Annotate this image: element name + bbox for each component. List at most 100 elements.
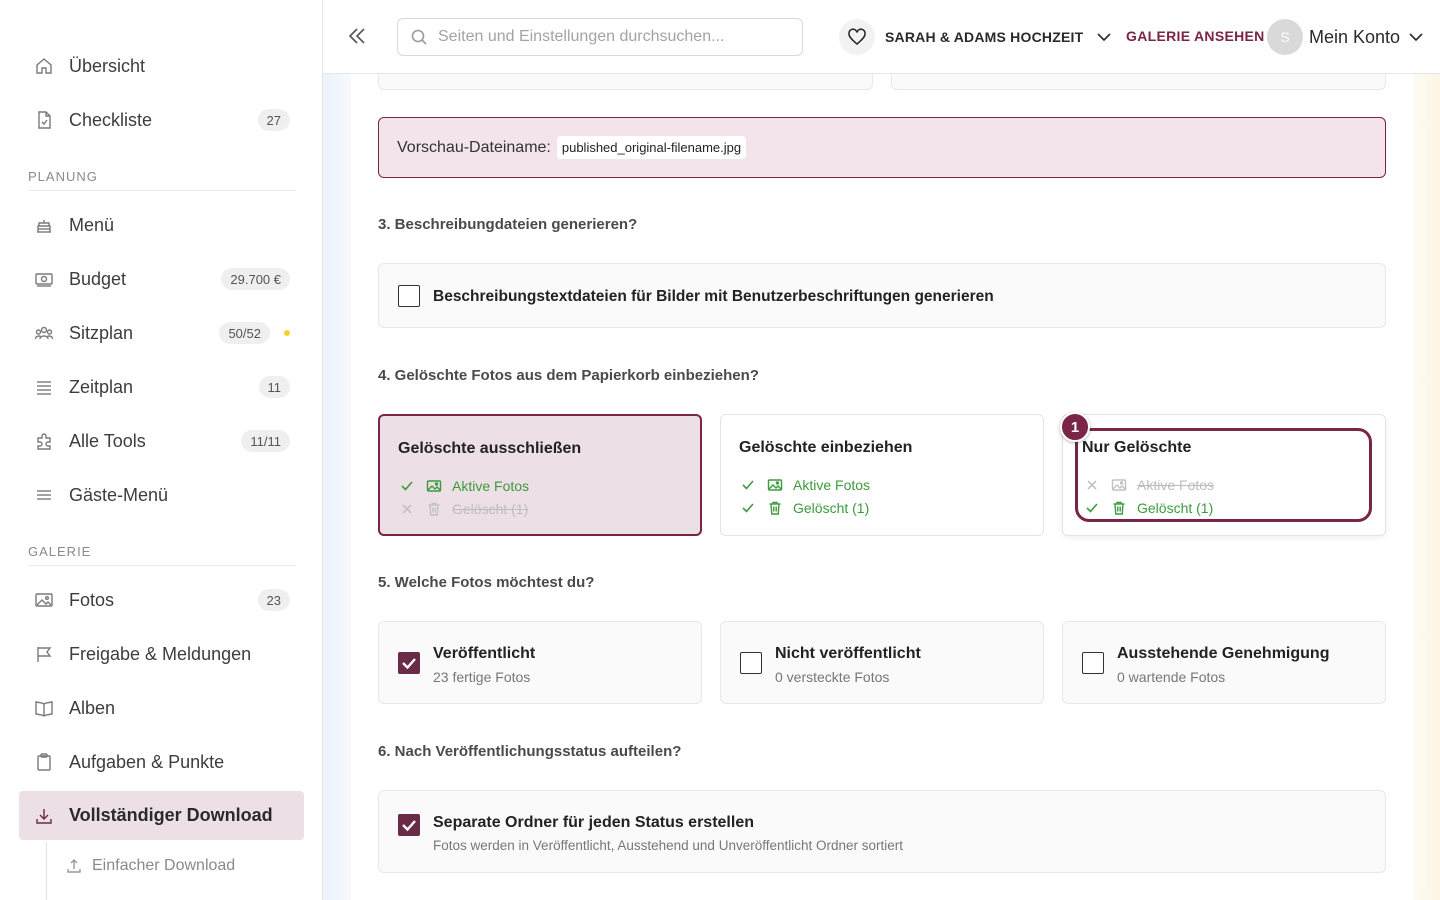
option-title: Nicht veröffentlicht xyxy=(775,645,921,662)
chevron-down-icon xyxy=(1095,28,1113,46)
seating-badge: 50/52 xyxy=(219,322,270,344)
sidebar-item-label: Freigabe & Meldungen xyxy=(69,643,252,664)
cross-icon xyxy=(400,502,414,516)
preview-filename-box: Vorschau-Dateiname: published_original-f… xyxy=(378,117,1386,178)
event-selector[interactable]: SARAH & ADAMS HOCHZEIT xyxy=(839,18,1113,56)
option-separate-folders[interactable]: Separate Ordner für jeden Status erstell… xyxy=(378,790,1386,873)
description-files-checkbox[interactable] xyxy=(398,285,420,307)
option-subtitle: Fotos werden in Veröffentlicht, Ausstehe… xyxy=(433,838,904,853)
chevron-down-icon xyxy=(1408,29,1424,45)
question-3-title: 3. Beschreibungdateien generieren? xyxy=(378,216,638,233)
check-icon xyxy=(400,479,414,493)
sidebar-item-zeitplan[interactable]: Zeitplan 11 xyxy=(19,363,304,411)
sidebar-item-sitzplan[interactable]: Sitzplan 50/52 xyxy=(19,309,304,357)
clipboard-icon xyxy=(33,751,55,773)
sidebar-item-label: Gäste-Menü xyxy=(69,484,169,505)
sidebar-item-aufgaben[interactable]: Aufgaben & Punkte xyxy=(19,738,304,786)
checklist-document-icon xyxy=(33,109,55,131)
option-title: Gelöschte ausschließen xyxy=(398,440,582,457)
divider xyxy=(28,565,296,566)
trash-icon xyxy=(426,501,442,517)
separate-folders-checkbox[interactable] xyxy=(398,814,420,836)
sidebar: Übersicht Checkliste 27 PLANUNG Menü Bud… xyxy=(0,0,323,900)
account-menu[interactable]: S Mein Konto xyxy=(1267,18,1424,56)
upload-icon xyxy=(67,859,81,873)
option-subtitle: 0 wartende Fotos xyxy=(1117,669,1226,685)
row-label: Gelöscht (1) xyxy=(452,501,529,517)
sidebar-item-label: Fotos xyxy=(69,589,115,610)
sidebar-item-label: Alben xyxy=(69,697,116,718)
sidebar-item-checkliste[interactable]: Checkliste 27 xyxy=(19,96,304,144)
sidebar-item-alben[interactable]: Alben xyxy=(19,684,304,732)
trash-icon xyxy=(767,500,783,516)
row-label: Gelöscht (1) xyxy=(793,500,870,516)
sidebar-item-fotos[interactable]: Fotos 23 xyxy=(19,576,304,624)
sidebar-item-vollstaendiger-download[interactable]: Vollständiger Download xyxy=(19,791,304,840)
option-title: Veröffentlicht xyxy=(433,645,536,662)
download-icon xyxy=(33,805,55,827)
sidebar-subitem-label: Einfacher Download xyxy=(92,857,236,874)
flag-icon xyxy=(33,643,55,665)
published-checkbox[interactable] xyxy=(398,652,420,674)
option-subtitle: 0 versteckte Fotos xyxy=(775,669,890,685)
divider xyxy=(28,190,296,191)
topbar: SARAH & ADAMS HOCHZEIT GALERIE ANSEHEN S… xyxy=(323,0,1440,74)
sidebar-subitem-einfacher-download[interactable]: Einfacher Download xyxy=(66,852,235,880)
sidebar-item-label: Sitzplan xyxy=(69,322,134,343)
sidebar-item-label: Menü xyxy=(69,214,115,235)
sidebar-item-budget[interactable]: Budget 29.700 € xyxy=(19,255,304,303)
search-input[interactable] xyxy=(438,28,778,46)
image-icon xyxy=(33,589,55,611)
description-files-option[interactable]: Beschreibungstextdateien für Bilder mit … xyxy=(378,263,1386,328)
double-chevron-left-icon xyxy=(348,28,365,44)
search-box[interactable] xyxy=(397,18,803,56)
sidebar-item-uebersicht[interactable]: Übersicht xyxy=(19,42,304,90)
sidebar-item-label: Alle Tools xyxy=(69,430,146,451)
sidebar-item-label: Vollständiger Download xyxy=(69,805,273,825)
option-pending-approval[interactable]: Ausstehende Genehmigung 0 wartende Fotos xyxy=(1062,621,1386,704)
count-badge: 11/11 xyxy=(241,430,290,452)
deleted-photos-row: Gelöscht (1) xyxy=(400,500,528,518)
money-icon xyxy=(33,268,55,290)
view-gallery-link[interactable]: GALERIE ANSEHEN xyxy=(1126,28,1265,44)
active-photos-row: Aktive Fotos xyxy=(400,477,529,495)
preview-label: Vorschau-Dateiname: xyxy=(397,138,551,156)
description-files-label: Beschreibungstextdateien für Bilder mit … xyxy=(433,288,994,305)
book-icon xyxy=(33,697,55,719)
section-label-planung: PLANUNG xyxy=(28,169,98,184)
sidebar-item-gaeste-menue[interactable]: Gäste-Menü xyxy=(19,471,304,519)
question-4-title: 4. Gelöschte Fotos aus dem Papierkorb ei… xyxy=(378,367,759,384)
count-badge: 27 xyxy=(257,109,290,131)
option-published[interactable]: Veröffentlicht 23 fertige Fotos xyxy=(378,621,702,704)
sidebar-item-alle-tools[interactable]: Alle Tools 11/11 xyxy=(19,417,304,465)
step-badge: 1 xyxy=(1060,412,1090,442)
image-icon xyxy=(426,478,442,494)
step-highlight-ring xyxy=(1075,428,1372,522)
row-label: Aktive Fotos xyxy=(452,478,530,494)
collapse-sidebar-button[interactable] xyxy=(345,24,369,48)
option-include-deleted[interactable]: Gelöschte einbeziehen Aktive Fotos Gelös… xyxy=(720,414,1044,536)
pending-checkbox[interactable] xyxy=(1082,652,1104,674)
sidebar-item-label: Übersicht xyxy=(69,55,146,76)
section-label-galerie: GALERIE xyxy=(28,544,92,559)
people-icon xyxy=(33,322,55,344)
hamburger-icon xyxy=(33,484,55,506)
sidebar-item-freigabe[interactable]: Freigabe & Meldungen xyxy=(19,630,304,678)
option-title: Ausstehende Genehmigung xyxy=(1117,645,1330,662)
submenu-line xyxy=(46,842,47,900)
question-6-title: 6. Nach Veröffentlichungsstatus aufteile… xyxy=(378,743,682,760)
puzzle-icon xyxy=(33,430,55,452)
option-unpublished[interactable]: Nicht veröffentlicht 0 versteckte Fotos xyxy=(720,621,1044,704)
cake-icon xyxy=(33,214,55,236)
option-card-partial[interactable] xyxy=(891,74,1386,90)
image-icon xyxy=(767,477,783,493)
unpublished-checkbox[interactable] xyxy=(740,652,762,674)
sidebar-item-menu[interactable]: Menü xyxy=(19,201,304,249)
active-photos-row: Aktive Fotos xyxy=(741,476,870,494)
option-title: Separate Ordner für jeden Status erstell… xyxy=(433,814,754,831)
background-left xyxy=(323,74,351,900)
option-exclude-deleted[interactable]: Gelöschte ausschließen Aktive Fotos Gelö… xyxy=(378,414,702,536)
option-card-partial[interactable] xyxy=(378,74,873,90)
home-icon xyxy=(33,55,55,77)
question-5-title: 5. Welche Fotos möchtest du? xyxy=(378,574,595,591)
